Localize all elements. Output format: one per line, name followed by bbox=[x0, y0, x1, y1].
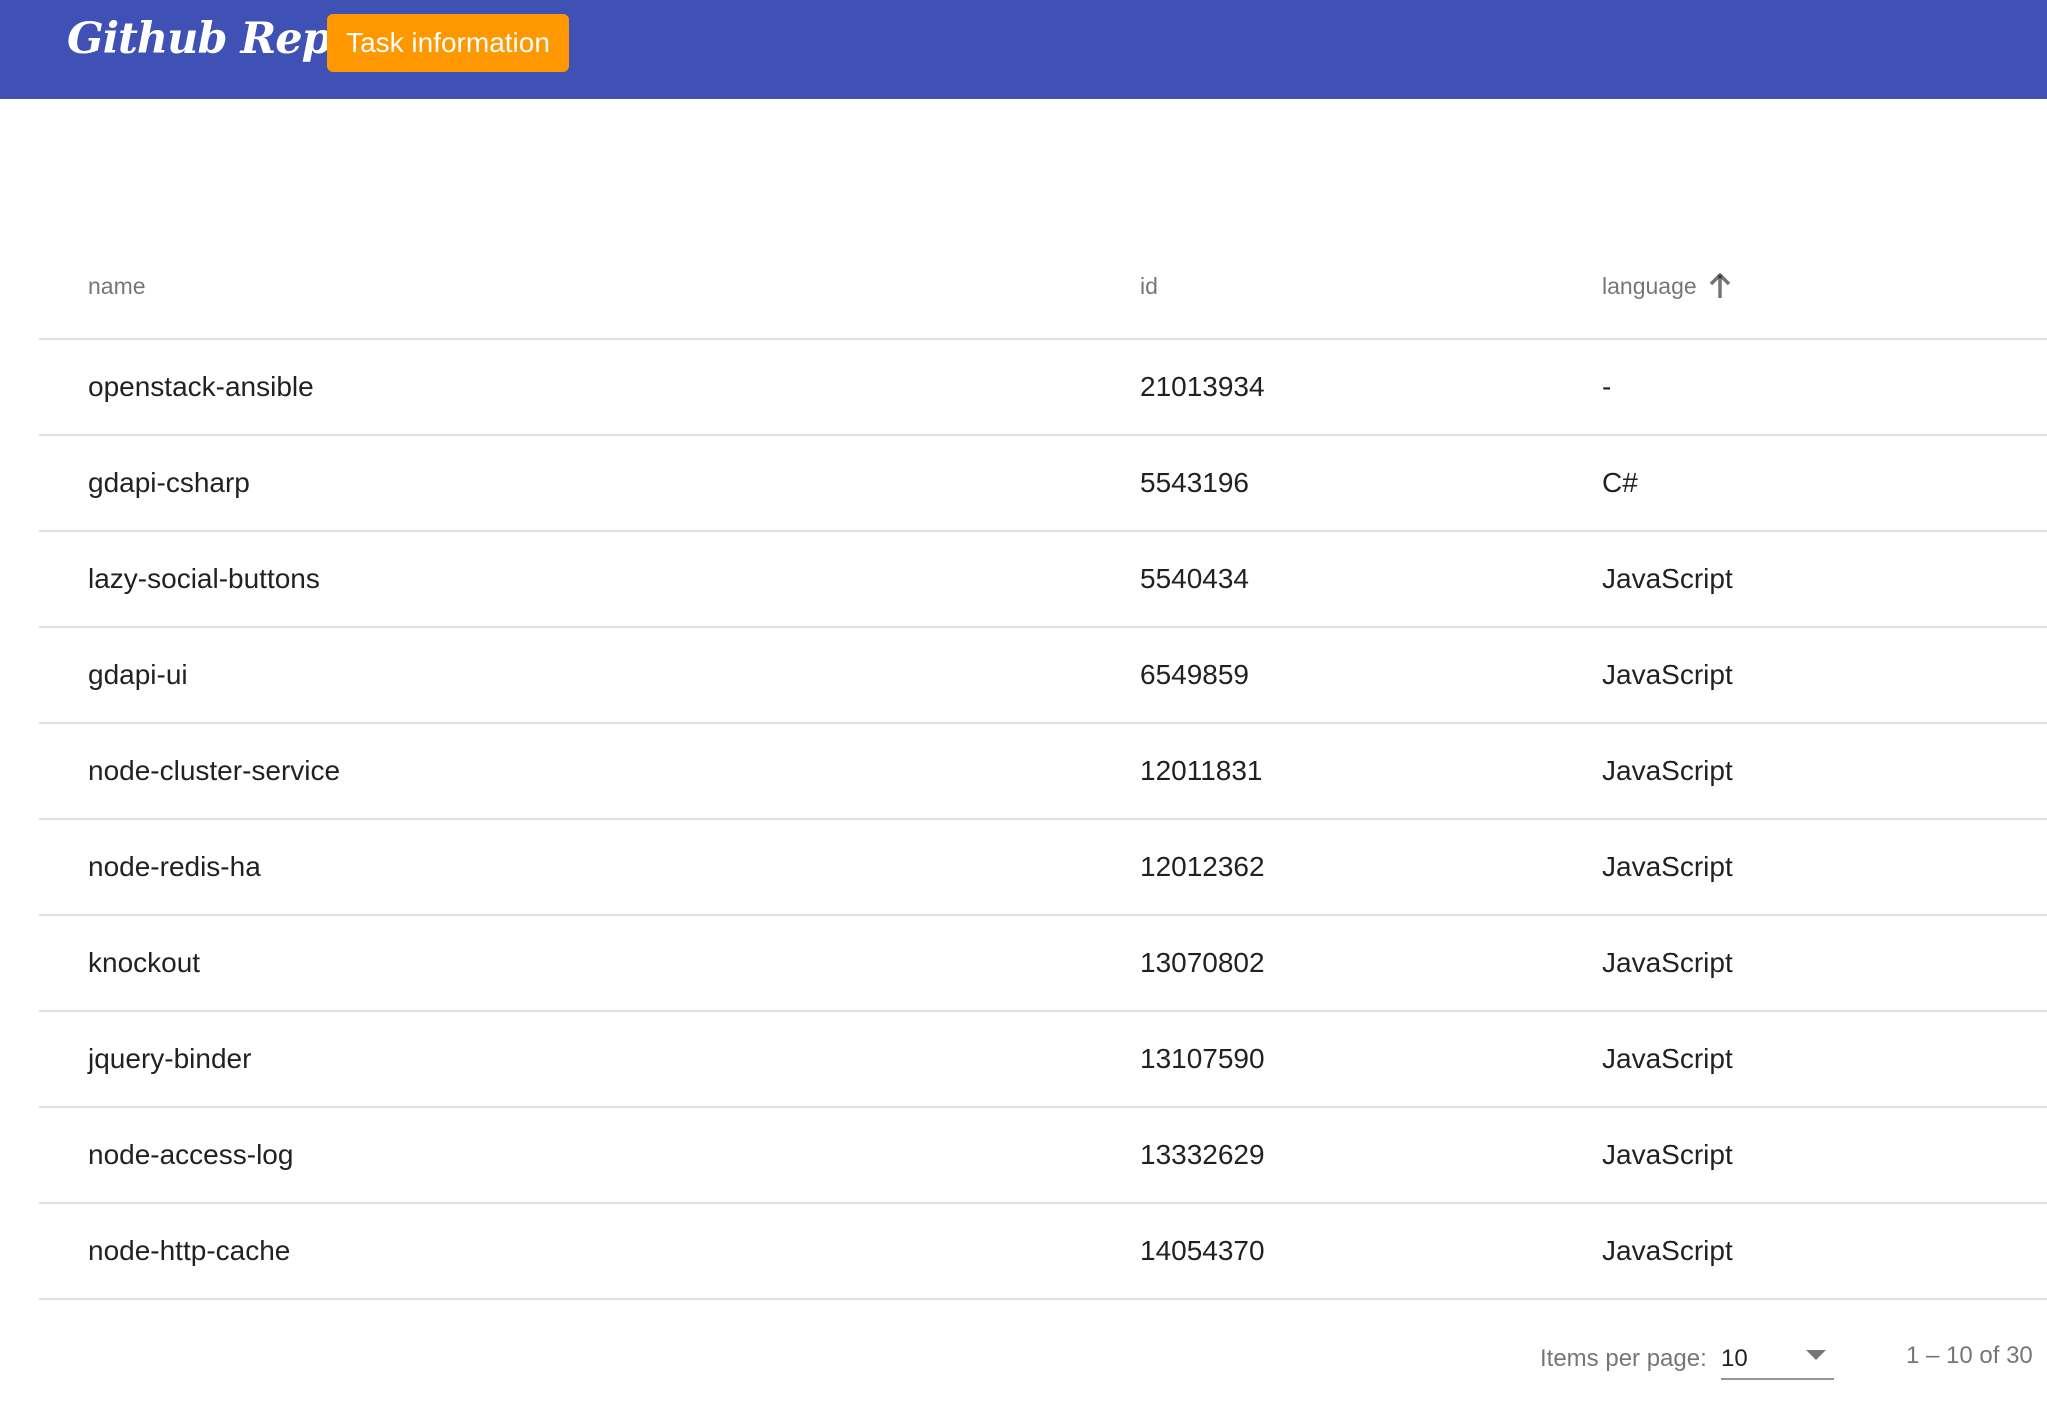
column-header-label: id bbox=[1140, 272, 1158, 299]
table-row[interactable]: node-http-cache 14054370 JavaScript bbox=[39, 1204, 2047, 1300]
cell-id: 5540434 bbox=[1140, 563, 1250, 594]
cell-name: gdapi-csharp bbox=[88, 467, 250, 498]
cell-id: 21013934 bbox=[1140, 371, 1265, 402]
cell-name: node-cluster-service bbox=[88, 755, 341, 786]
table-row[interactable]: lazy-social-buttons 5540434 JavaScript bbox=[39, 532, 2047, 628]
column-header-language[interactable]: language bbox=[1602, 234, 1731, 338]
table-row[interactable]: node-access-log 13332629 JavaScript bbox=[39, 1108, 2047, 1204]
cell-language: JavaScript bbox=[1602, 1043, 1733, 1074]
paginator: Items per page: 10 1 – 10 of 30 bbox=[0, 1318, 2047, 1398]
cell-language: C# bbox=[1602, 467, 1638, 498]
column-header-id[interactable]: id bbox=[1140, 234, 1158, 338]
table-row[interactable]: node-cluster-service 12011831 JavaScript bbox=[39, 724, 2047, 820]
cell-id: 5543196 bbox=[1140, 467, 1250, 498]
cell-language: JavaScript bbox=[1602, 1139, 1733, 1170]
cell-id: 12012362 bbox=[1140, 851, 1265, 882]
cell-id: 13332629 bbox=[1140, 1139, 1265, 1170]
cell-language: JavaScript bbox=[1602, 755, 1733, 786]
table-row[interactable]: gdapi-csharp 5543196 C# bbox=[39, 436, 2047, 532]
items-per-page-label: Items per page: bbox=[1540, 1345, 1707, 1372]
cell-id: 12011831 bbox=[1140, 755, 1263, 786]
items-per-page-select[interactable]: 10 bbox=[1721, 1336, 1834, 1380]
cell-name: node-http-cache bbox=[88, 1235, 291, 1266]
cell-language: - bbox=[1602, 371, 1612, 402]
cell-name: openstack-ansible bbox=[88, 371, 314, 402]
app-toolbar: Github Repos Task information bbox=[0, 0, 2047, 99]
cell-name: jquery-binder bbox=[88, 1043, 252, 1074]
cell-name: gdapi-ui bbox=[88, 659, 188, 690]
cell-name: node-redis-ha bbox=[88, 851, 261, 882]
cell-id: 6549859 bbox=[1140, 659, 1250, 690]
cell-language: JavaScript bbox=[1602, 563, 1733, 594]
cell-name: knockout bbox=[88, 947, 201, 978]
cell-id: 14054370 bbox=[1140, 1235, 1265, 1266]
table-row[interactable]: jquery-binder 13107590 JavaScript bbox=[39, 1012, 2047, 1108]
column-header-label: name bbox=[88, 272, 146, 299]
items-per-page-value: 10 bbox=[1721, 1345, 1748, 1372]
cell-name: lazy-social-buttons bbox=[88, 563, 320, 594]
cell-language: JavaScript bbox=[1602, 947, 1733, 978]
cell-language: JavaScript bbox=[1602, 851, 1733, 882]
table-row[interactable]: openstack-ansible 21013934 - bbox=[39, 340, 2047, 436]
arrow-up-icon bbox=[1709, 273, 1731, 299]
cell-language: JavaScript bbox=[1602, 1235, 1733, 1266]
cell-language: JavaScript bbox=[1602, 659, 1733, 690]
column-header-name[interactable]: name bbox=[88, 234, 146, 338]
table-row[interactable]: node-redis-ha 12012362 JavaScript bbox=[39, 820, 2047, 916]
cell-id: 13070802 bbox=[1140, 947, 1265, 978]
task-information-button[interactable]: Task information bbox=[327, 14, 569, 72]
table-row[interactable]: gdapi-ui 6549859 JavaScript bbox=[39, 628, 2047, 724]
cell-name: node-access-log bbox=[88, 1139, 294, 1170]
cell-id: 13107590 bbox=[1140, 1043, 1265, 1074]
dropdown-arrow-icon bbox=[1806, 1350, 1826, 1360]
table-row[interactable]: knockout 13070802 JavaScript bbox=[39, 916, 2047, 1012]
page-range-label: 1 – 10 of 30 bbox=[1906, 1342, 2033, 1369]
table-header-row: name id language bbox=[39, 234, 2047, 340]
repos-table: name id language openstack-ansible 210139… bbox=[39, 234, 2047, 1300]
column-header-label: language bbox=[1602, 272, 1697, 299]
